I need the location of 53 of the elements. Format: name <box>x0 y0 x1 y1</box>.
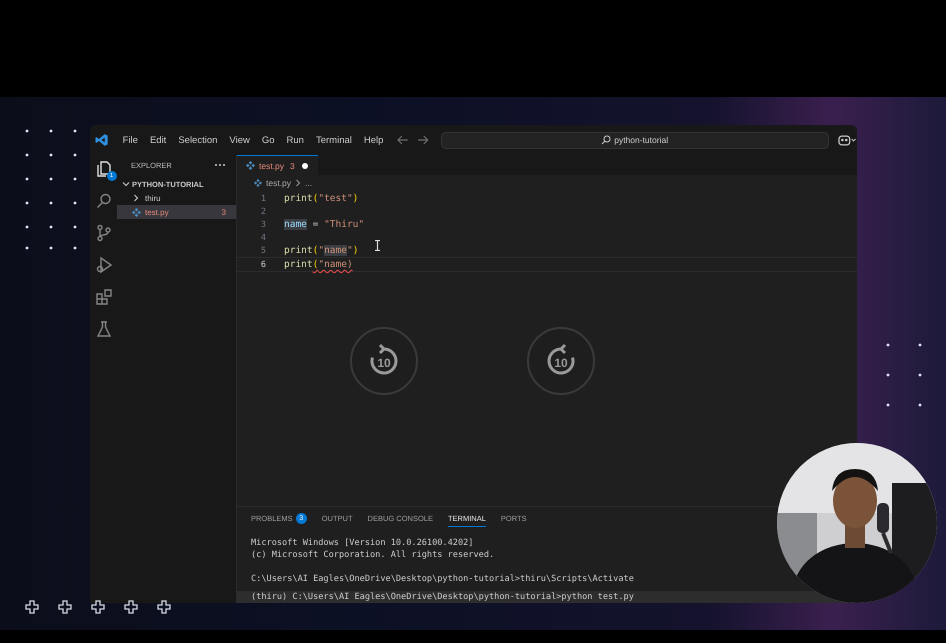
python-file-icon <box>246 161 255 170</box>
plus-icon <box>25 600 39 614</box>
code-line: print("name") <box>284 245 358 256</box>
tree-item[interactable]: thiru <box>117 191 236 205</box>
extensions-icon[interactable] <box>94 288 112 306</box>
menu-item[interactable]: Go <box>256 134 281 146</box>
python-file-icon <box>254 179 262 187</box>
menu-item[interactable]: View <box>223 134 256 146</box>
run-debug-icon[interactable] <box>94 256 112 274</box>
chevron-down-icon[interactable] <box>122 180 130 188</box>
plus-icon <box>58 600 72 614</box>
terminal-line: (c) Microsoft Corporation. All rights reserved. <box>250 549 496 561</box>
source-control-icon[interactable] <box>94 224 112 242</box>
copilot-icon[interactable] <box>838 134 857 146</box>
tree-item[interactable]: test.py 3 <box>117 205 236 219</box>
search-icon <box>601 135 612 145</box>
code-line: print("test") <box>284 193 358 204</box>
breadcrumb-item[interactable]: ... <box>305 178 312 188</box>
line-number: 2 <box>260 206 266 216</box>
breadcrumb-item[interactable]: test.py <box>266 178 292 188</box>
python-file-icon <box>132 208 141 216</box>
menu-item[interactable]: Run <box>280 134 310 146</box>
menu-item[interactable]: Terminal <box>310 134 358 146</box>
menu-item[interactable]: Selection <box>172 134 224 146</box>
forward-button[interactable]: 10 <box>527 327 595 395</box>
terminal-line: C:\Users\AI Eagles\OneDrive\Desktop\python-tutorial>thiru\Scripts\Activate <box>250 573 635 585</box>
testing-icon[interactable] <box>94 320 112 338</box>
line-number: 6 <box>260 260 266 270</box>
menu-item[interactable]: Edit <box>144 134 172 146</box>
line-number: 5 <box>260 246 266 256</box>
text-cursor-icon <box>374 240 381 251</box>
menu-item[interactable]: File <box>116 134 144 146</box>
app-logo-icon <box>95 133 109 147</box>
search-icon[interactable] <box>94 192 112 210</box>
code-line: print("name) <box>284 259 353 270</box>
more-icon[interactable] <box>214 163 226 167</box>
dot-pattern <box>886 343 922 409</box>
line-number: 4 <box>260 232 266 242</box>
plus-icon <box>91 600 105 614</box>
line-number: 3 <box>260 220 266 230</box>
terminal-line: Microsoft Windows [Version 10.0.26100.4202] <box>250 537 474 549</box>
back-arrow-icon[interactable] <box>397 135 410 145</box>
menu-item[interactable]: Help <box>358 134 390 146</box>
rewind-button[interactable]: 10 <box>350 327 418 395</box>
plus-icon <box>124 600 138 614</box>
search-field[interactable]: python-tutorial <box>440 132 829 148</box>
line-number: 1 <box>260 194 266 204</box>
plus-icon <box>157 600 171 614</box>
editor-tab[interactable]: test.py 3 <box>237 155 318 175</box>
chevron-right-icon <box>295 179 302 187</box>
chevron-right-icon[interactable] <box>132 194 140 202</box>
forward-arrow-icon[interactable] <box>417 135 429 145</box>
code-line: name = "Thiru" <box>284 219 364 230</box>
